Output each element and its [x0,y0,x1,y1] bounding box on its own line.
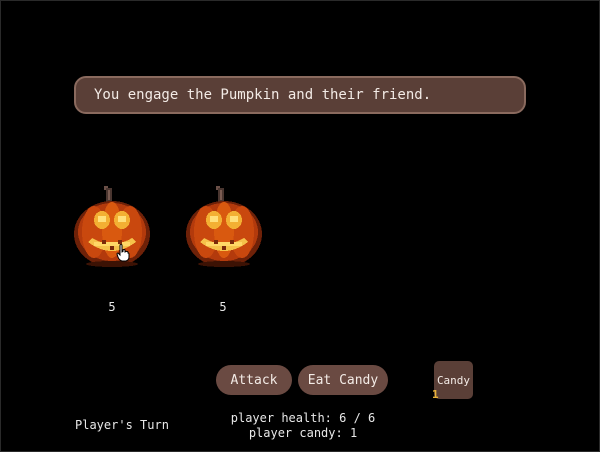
attack-button-label: Attack [230,372,278,388]
player-stats: player health: 6 / 6 player candy: 1 [228,411,378,441]
candy-inventory-slot[interactable]: Candy 1 [432,361,473,401]
attack-button[interactable]: Attack [216,365,292,395]
jack-o-lantern-icon [74,186,150,267]
eat-candy-button-label: Eat Candy [307,372,379,388]
enemy-pumpkin-2[interactable] [184,184,264,270]
enemy-hp-2: 5 [219,300,227,314]
player-candy-text: player candy: 1 [248,426,358,440]
player-health-text: player health: 6 / 6 [230,411,376,425]
candy-slot-count: 1 [432,388,439,401]
dialog-text: You engage the Pumpkin and their friend. [94,87,432,103]
enemy-pumpkin-1[interactable] [72,184,152,270]
eat-candy-button[interactable]: Eat Candy [298,365,388,395]
jack-o-lantern-icon [186,186,262,267]
enemy-hp-1: 5 [108,300,116,314]
game-screen: You engage the Pumpkin and their friend. [0,0,600,452]
turn-indicator: Player's Turn [75,418,169,432]
candy-slot-label: Candy [436,374,471,387]
dialog-box: You engage the Pumpkin and their friend. [74,76,526,114]
